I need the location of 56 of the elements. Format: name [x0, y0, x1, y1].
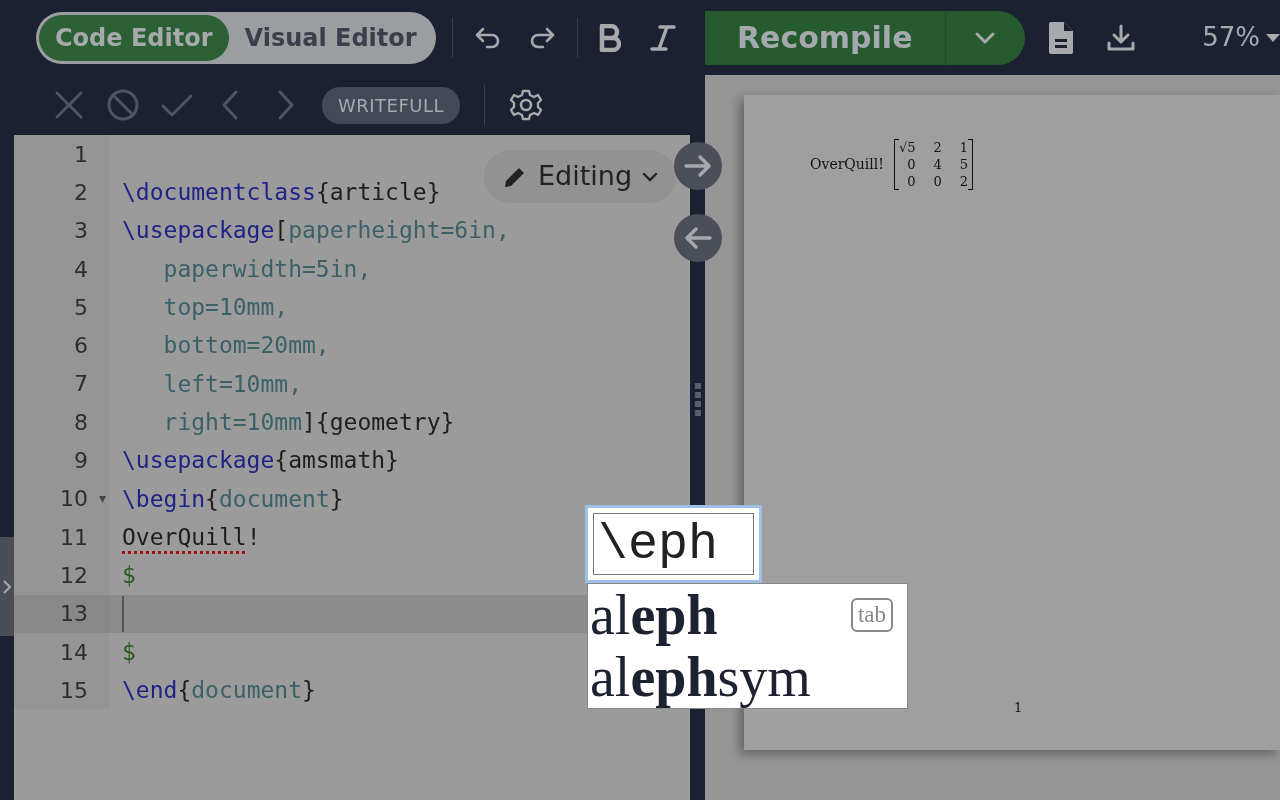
editing-mode-dropdown[interactable]: Editing: [484, 150, 677, 203]
italic-icon[interactable]: [649, 23, 676, 52]
code-line: OverQuill!: [122, 522, 261, 552]
suggestion-item[interactable]: alephsym: [588, 646, 811, 708]
download-icon[interactable]: [1105, 22, 1136, 53]
ban-icon[interactable]: [106, 88, 140, 122]
line-number: 13: [60, 600, 88, 629]
chevron-right-icon: [3, 579, 11, 594]
code-line: \usepackage[paperheight=6in,: [122, 216, 510, 246]
line-number: 3: [74, 217, 88, 246]
suggestion-item[interactable]: aleph: [588, 584, 718, 646]
line-number: 12: [60, 561, 88, 590]
code-line: \documentclass{article}: [122, 178, 441, 208]
fold-toggle[interactable]: ▾: [98, 488, 106, 510]
mode-tab[interactable]: Code Editor: [39, 14, 229, 61]
line-number: 2: [74, 178, 88, 207]
code-line: bottom=20mm,: [162, 331, 330, 361]
collapse-handle[interactable]: [0, 537, 14, 636]
line-number: 7: [74, 370, 88, 399]
file-icon[interactable]: [1048, 20, 1075, 55]
line-number: 8: [74, 408, 88, 437]
arrow-right-icon: [683, 154, 713, 178]
line-number: 10: [60, 485, 88, 514]
writefull-button[interactable]: WRITEFULL: [322, 86, 461, 124]
caret-icon: [1266, 33, 1280, 42]
code-line: $: [122, 561, 136, 591]
key-hint: tab: [850, 598, 893, 632]
line-number: 15: [60, 676, 88, 705]
autocomplete-field[interactable]: \eph: [585, 505, 762, 583]
drag-handle-icon[interactable]: [693, 383, 702, 417]
text-cursor: [122, 595, 124, 632]
line-number: 9: [74, 447, 88, 475]
line-number: 14: [60, 638, 88, 667]
code-line: right=10mm]{geometry}: [162, 407, 455, 437]
pdf-text: OverQuill!: [810, 155, 884, 174]
zoom-dropdown[interactable]: 57%: [1202, 18, 1280, 57]
code-line: \begin{document}: [122, 484, 344, 514]
code-line: left=10mm,: [162, 369, 302, 399]
page-number: 1: [1014, 699, 1023, 717]
line-number: 11: [60, 523, 88, 552]
mode-tab[interactable]: Visual Editor: [228, 14, 433, 61]
settings-icon[interactable]: [509, 88, 544, 122]
line-number: 6: [74, 332, 88, 361]
bold-icon[interactable]: [597, 23, 622, 52]
line-number: 4: [74, 255, 88, 284]
code-line: paperwidth=5in,: [162, 254, 372, 284]
matrix: √5 2 1 0 4 5 0 0 2: [893, 139, 974, 190]
caret-icon[interactable]: [974, 30, 996, 45]
code-line: top=10mm,: [162, 293, 289, 323]
line-number: 5: [74, 293, 88, 322]
chevron-down-icon: [642, 171, 659, 182]
code-line: \usepackage{amsmath}: [122, 446, 399, 476]
code-line: \end{document}: [122, 676, 316, 706]
code-line: $: [122, 637, 136, 667]
arrow-left-icon: [683, 226, 713, 250]
line-number: 1: [74, 140, 88, 169]
